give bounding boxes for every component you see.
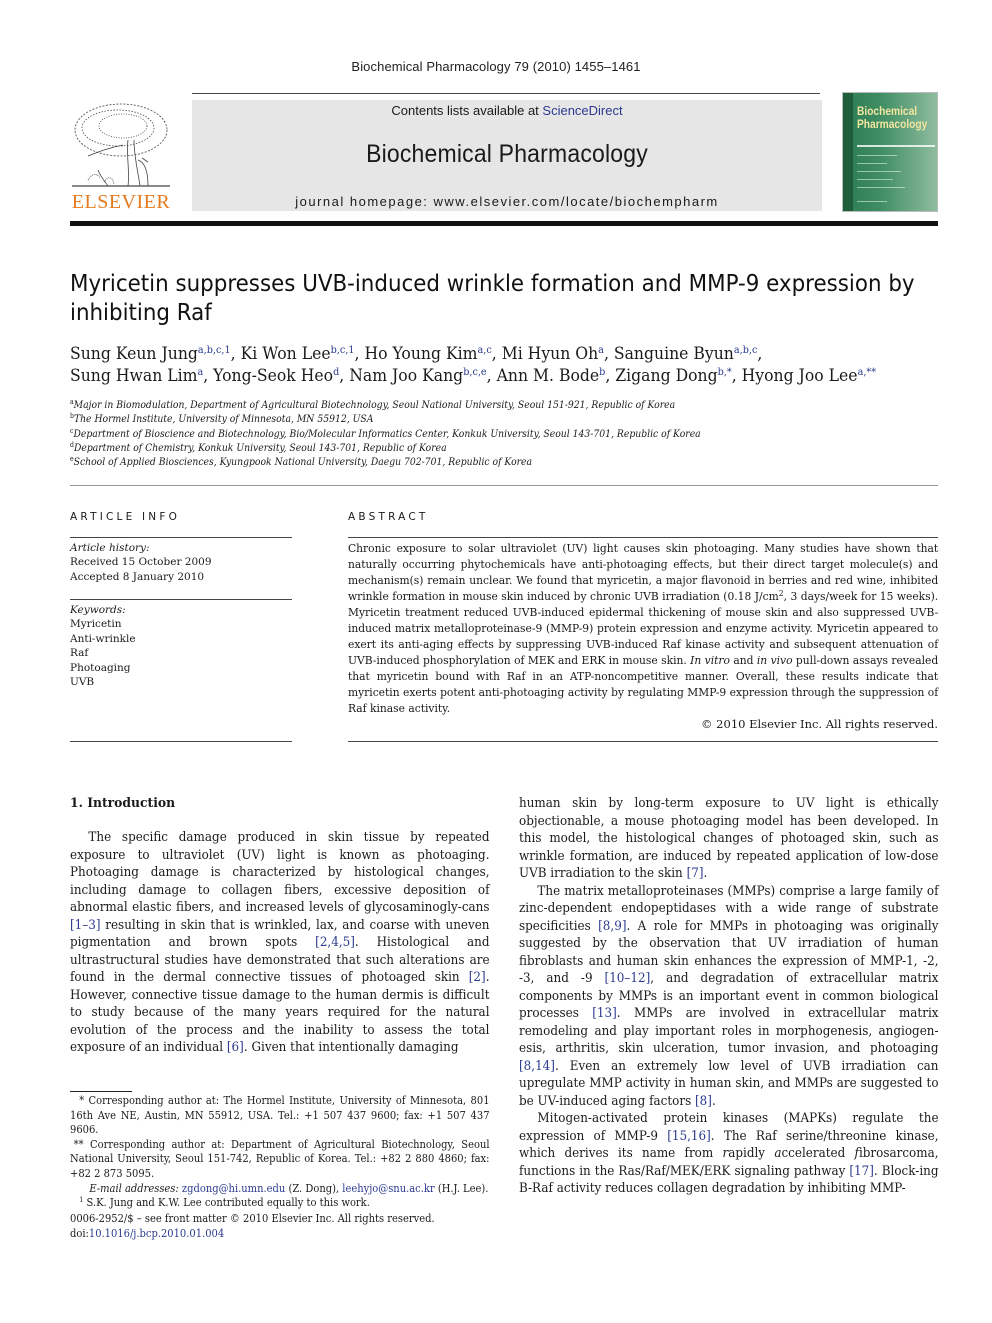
history-label: Article history: <box>70 542 150 554</box>
article-title: Myricetin suppresses UVB-induced wrinkle… <box>70 271 915 326</box>
affiliation: bThe Hormel Institute, University of Min… <box>70 412 374 426</box>
journal-citation: Biochemical Pharmacology 79 (2010) 1455–… <box>351 59 641 74</box>
keywords-label: Keywords: <box>70 604 126 616</box>
affiliation-rule <box>70 485 938 486</box>
article-info-bottom-rule <box>70 741 292 742</box>
contents-line: Contents lists available at ScienceDirec… <box>192 103 822 118</box>
citation-link[interactable]: [7] <box>687 866 704 881</box>
keyword: UVB <box>70 676 95 689</box>
paragraph: human skin by long-term exposure to UV l… <box>519 796 939 881</box>
cover-line <box>857 187 905 188</box>
paragraph: Mitogen-activated protein kinases (MAPKs… <box>519 1111 939 1196</box>
article-info-rule <box>70 537 292 538</box>
abstract-copyright: © 2010 Elsevier Inc. All rights reserved… <box>701 717 938 731</box>
author[interactable]: Zigang Dongb,* <box>615 366 731 386</box>
affiliation-list: aMajor in Biomodulation, Department of A… <box>70 398 739 469</box>
cover-rule <box>857 145 935 147</box>
cover-line <box>857 201 887 202</box>
affiliation: cDepartment of Bioscience and Biotechnol… <box>70 426 701 440</box>
cover-line <box>857 155 897 156</box>
publisher-logo-text: ELSEVIER <box>71 191 171 213</box>
front-matter: 0006-2952/$ – see front matter © 2010 El… <box>70 1211 502 1241</box>
citation-link[interactable]: [10–12] <box>605 971 651 986</box>
footnote-corresponding-2: ** Corresponding author at: Department o… <box>70 1137 490 1180</box>
sciencedirect-link[interactable]: ScienceDirect <box>542 103 622 118</box>
footnote-equal-contribution: 1 S.K. Jung and K.W. Lee contributed equ… <box>79 1196 370 1210</box>
citation-link[interactable]: [8,14] <box>519 1059 555 1074</box>
citation-link[interactable]: [6] <box>227 1040 244 1055</box>
citation-link[interactable]: [1–3] <box>70 918 101 933</box>
cover-stripe <box>843 93 853 211</box>
footnote-rule <box>70 1091 132 1092</box>
author[interactable]: Sung Keun Junga,b,c,1 <box>70 344 231 364</box>
paragraph: The matrix metalloproteinases (MMPs) com… <box>519 883 939 1109</box>
citation-link[interactable]: [2] <box>469 970 486 985</box>
affiliation: aMajor in Biomodulation, Department of A… <box>70 398 676 412</box>
author[interactable]: Mi Hyun Oha <box>502 344 604 364</box>
abstract-bottom-rule <box>348 741 938 742</box>
journal-homepage[interactable]: journal homepage: www.elsevier.com/locat… <box>192 194 822 209</box>
accepted-date: Accepted 8 January 2010 <box>70 570 205 583</box>
abstract-text: Chronic exposure to solar ultraviolet (U… <box>348 542 939 715</box>
body-right-column: human skin by long-term exposure to UV l… <box>519 795 939 1198</box>
cover-line <box>857 171 901 172</box>
cover-title-line2: Pharmacology <box>857 117 928 131</box>
citation-link[interactable]: [17] <box>849 1164 874 1179</box>
keyword: Anti-wrinkle <box>70 632 136 645</box>
keyword: Raf <box>70 647 89 660</box>
author[interactable]: Ann M. Bodeb <box>497 366 606 386</box>
footnotes: * Corresponding author at: The Hormel In… <box>70 1094 490 1211</box>
citation-link[interactable]: [2,4,5] <box>315 935 355 950</box>
keyword: Myricetin <box>70 618 122 631</box>
received-date: Received 15 October 2009 <box>70 556 212 569</box>
affiliation: eSchool of Applied Biosciences, Kyungpoo… <box>70 455 533 469</box>
keywords-block: Keywords: Myricetin Anti-wrinkle Raf Pho… <box>70 603 136 689</box>
cover-title: Biochemical Pharmacology <box>857 105 927 131</box>
keywords-rule <box>70 599 292 600</box>
abstract-heading: ABSTRACT <box>348 511 429 523</box>
journal-name: Biochemical Pharmacology <box>366 140 648 168</box>
abstract-rule <box>348 537 938 538</box>
cover-line <box>857 179 893 180</box>
italic-text: a <box>774 1146 782 1161</box>
doi-line: doi:10.1016/j.bcp.2010.01.004 <box>70 1227 225 1240</box>
author[interactable]: Sung Hwan Lima <box>70 366 203 386</box>
masthead-thick-rule <box>70 221 938 226</box>
italic-text: r <box>722 1146 729 1161</box>
footnote-emails: E-mail addresses: zgdong@hi.umn.edu (Z. … <box>89 1181 489 1195</box>
journal-cover-thumbnail: Biochemical Pharmacology <box>842 92 938 212</box>
contents-prefix: Contents lists available at <box>391 103 543 118</box>
issn-line: 0006-2952/$ – see front matter © 2010 El… <box>70 1212 435 1225</box>
citation-link[interactable]: [13] <box>592 1006 617 1021</box>
body-left-column: The specific damage produced in skin tis… <box>70 829 490 1057</box>
citation-link[interactable]: [8] <box>695 1094 712 1109</box>
email-link[interactable]: zgdong@hi.umn.edu <box>182 1182 285 1195</box>
section-heading-introduction: 1. Introduction <box>70 796 176 811</box>
author[interactable]: Ki Won Leeb,c,1 <box>241 344 355 364</box>
author[interactable]: Ho Young Kima,c <box>364 344 491 364</box>
article-history: Article history: Received 15 October 200… <box>70 541 212 584</box>
author[interactable]: Nam Joo Kangb,c,e <box>349 366 486 386</box>
article-info-heading: ARTICLE INFO <box>70 511 181 523</box>
author-list: Sung Keun Junga,b,c,1, Ki Won Leeb,c,1, … <box>70 344 877 386</box>
author[interactable]: Hyong Joo Leea,** <box>742 366 876 386</box>
footnote-corresponding-1: * Corresponding author at: The Hormel In… <box>70 1094 490 1137</box>
italic-text: f <box>854 1146 859 1161</box>
paragraph: The specific damage produced in skin tis… <box>70 830 490 1055</box>
keyword: Photoaging <box>70 661 131 674</box>
citation-link[interactable]: [15,16] <box>667 1129 711 1144</box>
email-link[interactable]: leehyjo@snu.ac.kr <box>342 1182 434 1195</box>
elsevier-tree-logo-icon <box>72 103 170 187</box>
affiliation: dDepartment of Chemistry, Konkuk Univers… <box>70 440 447 454</box>
author[interactable]: Yong-Seok Heod <box>213 366 339 386</box>
citation-link[interactable]: [8,9] <box>598 919 626 934</box>
author[interactable]: Sanguine Byuna,b,c <box>614 344 757 364</box>
doi-link[interactable]: 10.1016/j.bcp.2010.01.004 <box>89 1227 224 1240</box>
header-rule <box>192 93 820 94</box>
cover-line <box>857 163 887 164</box>
